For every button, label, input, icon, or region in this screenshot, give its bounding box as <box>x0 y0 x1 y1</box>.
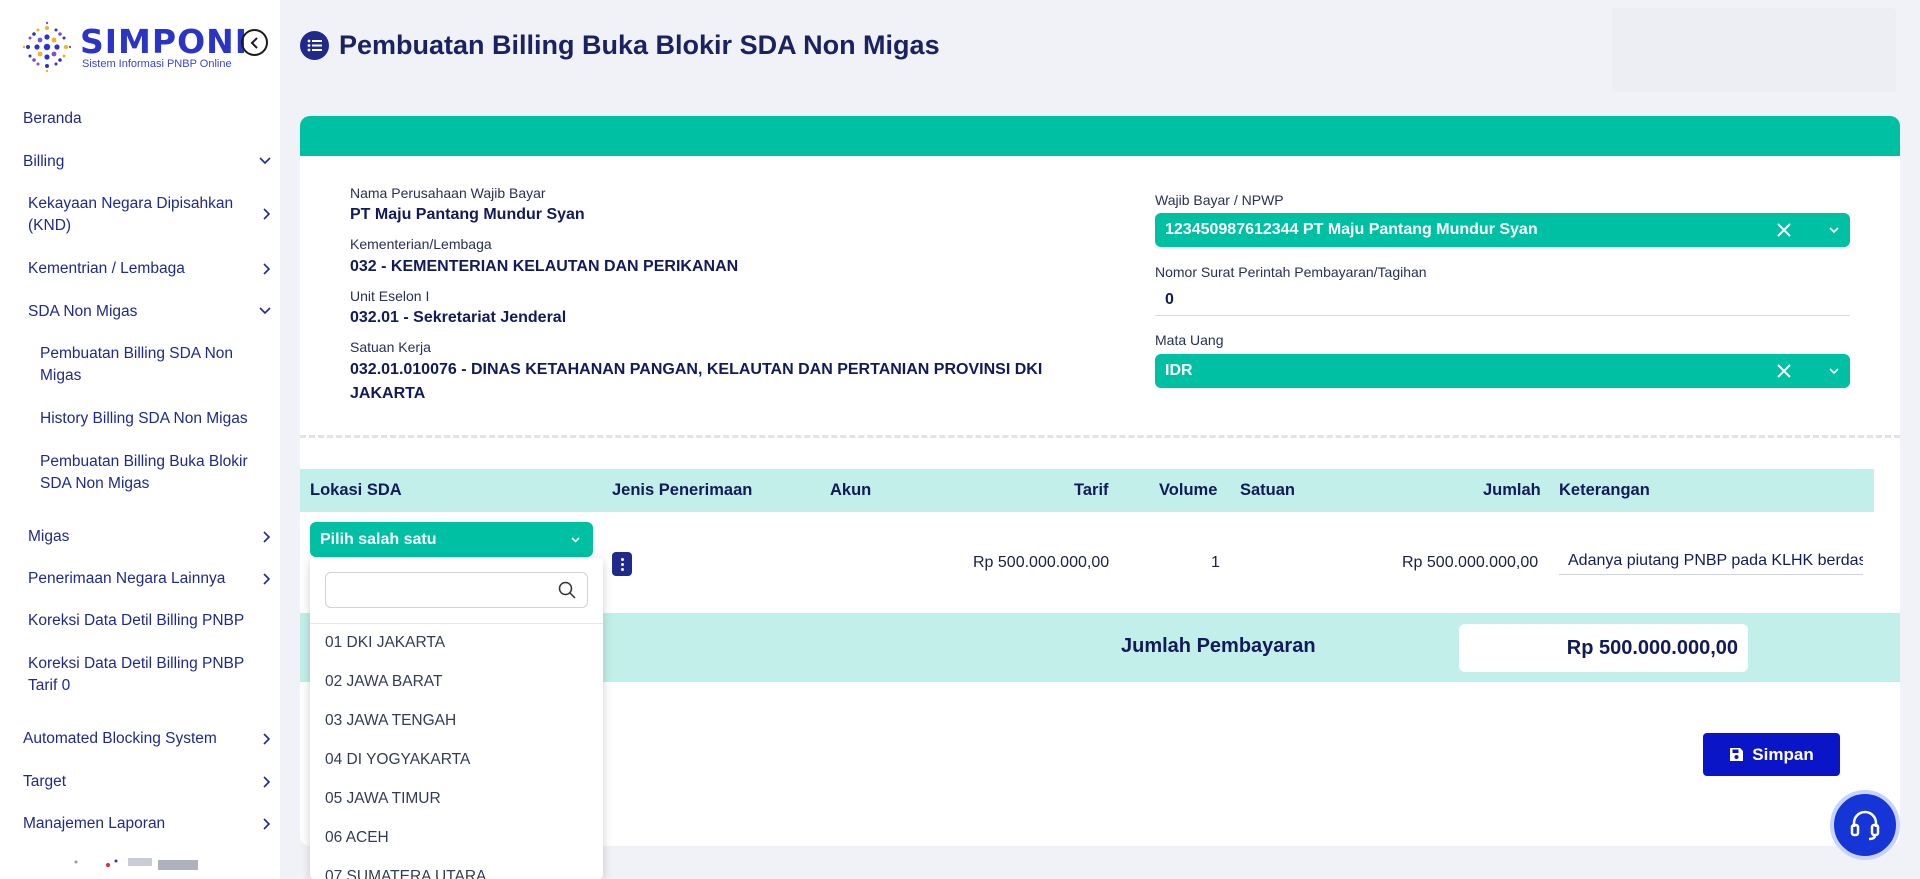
chevron-right-icon[interactable] <box>260 732 274 746</box>
npwp-label: Wajib Bayar / NPWP <box>1155 192 1284 208</box>
col-satuan: Satuan <box>1240 481 1296 499</box>
sidebar-item-beranda[interactable]: Beranda <box>23 108 82 130</box>
kebab-dot <box>620 562 624 566</box>
eselon-value: 032.01 - Sekretariat Jenderal <box>350 309 567 326</box>
sidebar-item-sda-non-migas[interactable]: SDA Non Migas <box>28 301 137 323</box>
kebab-dot <box>620 567 624 571</box>
col-lokasi-sda: Lokasi SDA <box>310 481 402 499</box>
satker-label: Satuan Kerja <box>350 339 431 355</box>
summary-label: Jumlah Pembayaran <box>1121 635 1316 657</box>
col-keterangan: Keterangan <box>1559 481 1650 499</box>
dropdown-search-field[interactable] <box>325 572 588 608</box>
eselon-label: Unit Eselon I <box>350 288 430 304</box>
table-header: Lokasi SDA Jenis Penerimaan Akun Tarif V… <box>300 469 1874 512</box>
dropdown-option[interactable]: 06 ACEH <box>325 829 389 847</box>
sidebar-item-migas[interactable]: Migas <box>28 526 69 548</box>
dropdown-option[interactable]: 07 SUMATERA UTARA <box>325 868 486 879</box>
company-label: Nama Perusahaan Wajib Bayar <box>350 185 546 201</box>
row-volume: 1 <box>1211 554 1220 571</box>
user-profile-area[interactable] <box>1612 8 1896 92</box>
sidebar-collapse-button[interactable] <box>241 29 268 56</box>
simponi-logo[interactable]: SIMPONI Sistem Informasi PNBP Online <box>18 18 247 78</box>
page-title: Pembuatan Billing Buka Blokir SDA Non Mi… <box>339 30 940 60</box>
sidebar-item-automated-blocking[interactable]: Automated Blocking System <box>23 728 217 750</box>
chevron-right-icon[interactable] <box>260 817 274 831</box>
sidebar-item-knd[interactable]: Kekayaan Negara Dipisahkan (KND) <box>28 193 248 237</box>
currency-select-value: IDR <box>1165 362 1193 379</box>
currency-label: Mata Uang <box>1155 332 1224 348</box>
currency-select[interactable]: IDR <box>1155 354 1850 388</box>
lokasi-sda-select[interactable]: Pilih salah satu <box>310 522 593 557</box>
col-tarif: Tarif <box>1074 481 1109 499</box>
ministry-value: 032 - KEMENTERIAN KELAUTAN DAN PERIKANAN <box>350 258 739 275</box>
floppy-disk-icon <box>1730 748 1744 761</box>
npwp-select-value: 123450987612344 PT Maju Pantang Mundur S… <box>1165 221 1538 238</box>
dropdown-option[interactable]: 03 JAWA TENGAH <box>325 712 456 730</box>
sidebar-item-koreksi-data-tarif0[interactable]: Koreksi Data Detil Billing PNBP Tarif 0 <box>28 653 258 697</box>
chevron-down-icon[interactable] <box>258 154 272 168</box>
surat-input[interactable]: 0 <box>1155 284 1850 316</box>
chevron-right-icon[interactable] <box>260 207 274 221</box>
chevron-right-icon[interactable] <box>260 572 274 586</box>
chevron-down-icon[interactable] <box>1828 365 1840 377</box>
row-tarif: Rp 500.000.000,00 <box>973 554 1110 571</box>
dropdown-search-input[interactable] <box>334 579 544 601</box>
kebab-dot <box>620 557 624 561</box>
npwp-select[interactable]: 123450987612344 PT Maju Pantang Mundur S… <box>1155 213 1850 247</box>
search-icon <box>558 581 576 599</box>
brand-tagline: Sistem Informasi PNBP Online <box>82 58 232 70</box>
ministry-label: Kementerian/Lembaga <box>350 236 492 252</box>
satker-value: 032.01.010076 - DINAS KETAHANAN PANGAN, … <box>350 361 1043 402</box>
keterangan-input[interactable]: Adanya piutang PNBP pada KLHK berdasarka… <box>1559 548 1863 575</box>
col-volume: Volume <box>1159 481 1218 499</box>
col-jenis-penerimaan: Jenis Penerimaan <box>612 481 753 499</box>
card-header-bar <box>300 116 1900 156</box>
help-support-button[interactable] <box>1830 790 1900 860</box>
dropdown-option[interactable]: 01 DKI JAKARTA <box>325 634 445 652</box>
summary-value: Rp 500.000.000,00 <box>1459 624 1748 672</box>
sidebar-item-kementrian-lembaga[interactable]: Kementrian / Lembaga <box>28 258 185 280</box>
chevron-right-icon[interactable] <box>260 262 274 276</box>
sidebar-item-target[interactable]: Target <box>23 771 66 793</box>
sidebar-item-buka-blokir-sda[interactable]: Pembuatan Billing Buka Blokir SDA Non Mi… <box>40 451 270 495</box>
dropdown-divider <box>310 623 603 624</box>
chevron-right-icon[interactable] <box>260 530 274 544</box>
lokasi-sda-select-value: Pilih salah satu <box>320 531 437 548</box>
logo-dots-icon <box>22 21 72 73</box>
sidebar-item-history-billing-sda[interactable]: History Billing SDA Non Migas <box>40 408 248 430</box>
chevron-left-icon <box>250 36 258 49</box>
sidebar-item-manajemen-laporan[interactable]: Manajemen Laporan <box>23 813 165 835</box>
surat-label: Nomor Surat Perintah Pembayaran/Tagihan <box>1155 264 1427 280</box>
chevron-right-icon[interactable] <box>260 775 274 789</box>
save-button-label: Simpan <box>1752 744 1814 764</box>
sidebar-item-pembuatan-billing-sda[interactable]: Pembuatan Billing SDA Non Migas <box>40 343 250 387</box>
save-button[interactable]: Simpan <box>1703 733 1840 776</box>
chevron-down-icon[interactable] <box>258 304 272 318</box>
chevron-down-icon[interactable] <box>1828 224 1840 236</box>
dropdown-option[interactable]: 05 JAWA TIMUR <box>325 790 441 808</box>
sidebar-item-koreksi-data[interactable]: Koreksi Data Detil Billing PNBP <box>28 610 244 632</box>
headset-icon <box>1850 810 1880 841</box>
clear-icon[interactable] <box>1776 363 1792 379</box>
clear-icon[interactable] <box>1776 222 1792 238</box>
brand-name: SIMPONI <box>80 22 249 61</box>
page-header: Pembuatan Billing Buka Blokir SDA Non Mi… <box>300 30 940 61</box>
dropdown-option[interactable]: 04 DI YOGYAKARTA <box>325 751 470 769</box>
dropdown-option[interactable]: 02 JAWA BARAT <box>325 673 442 691</box>
row-jumlah: Rp 500.000.000,00 <box>1402 554 1539 571</box>
company-value: PT Maju Pantang Mundur Syan <box>350 206 585 223</box>
lokasi-sda-dropdown: 01 DKI JAKARTA 02 JAWA BARAT 03 JAWA TEN… <box>310 558 603 879</box>
footer-decoration-icon <box>74 858 198 870</box>
chevron-down-icon <box>571 537 580 543</box>
jenis-penerimaan-menu-button[interactable] <box>612 552 632 576</box>
sidebar-item-billing[interactable]: Billing <box>23 151 64 173</box>
section-divider <box>300 435 1900 438</box>
col-jumlah: Jumlah <box>1483 481 1541 499</box>
sidebar-item-penerimaan-negara-lainnya[interactable]: Penerimaan Negara Lainnya <box>28 568 225 590</box>
sidebar: SIMPONI Sistem Informasi PNBP Online Ber… <box>0 0 280 879</box>
list-icon <box>300 31 329 60</box>
col-akun: Akun <box>830 481 872 499</box>
